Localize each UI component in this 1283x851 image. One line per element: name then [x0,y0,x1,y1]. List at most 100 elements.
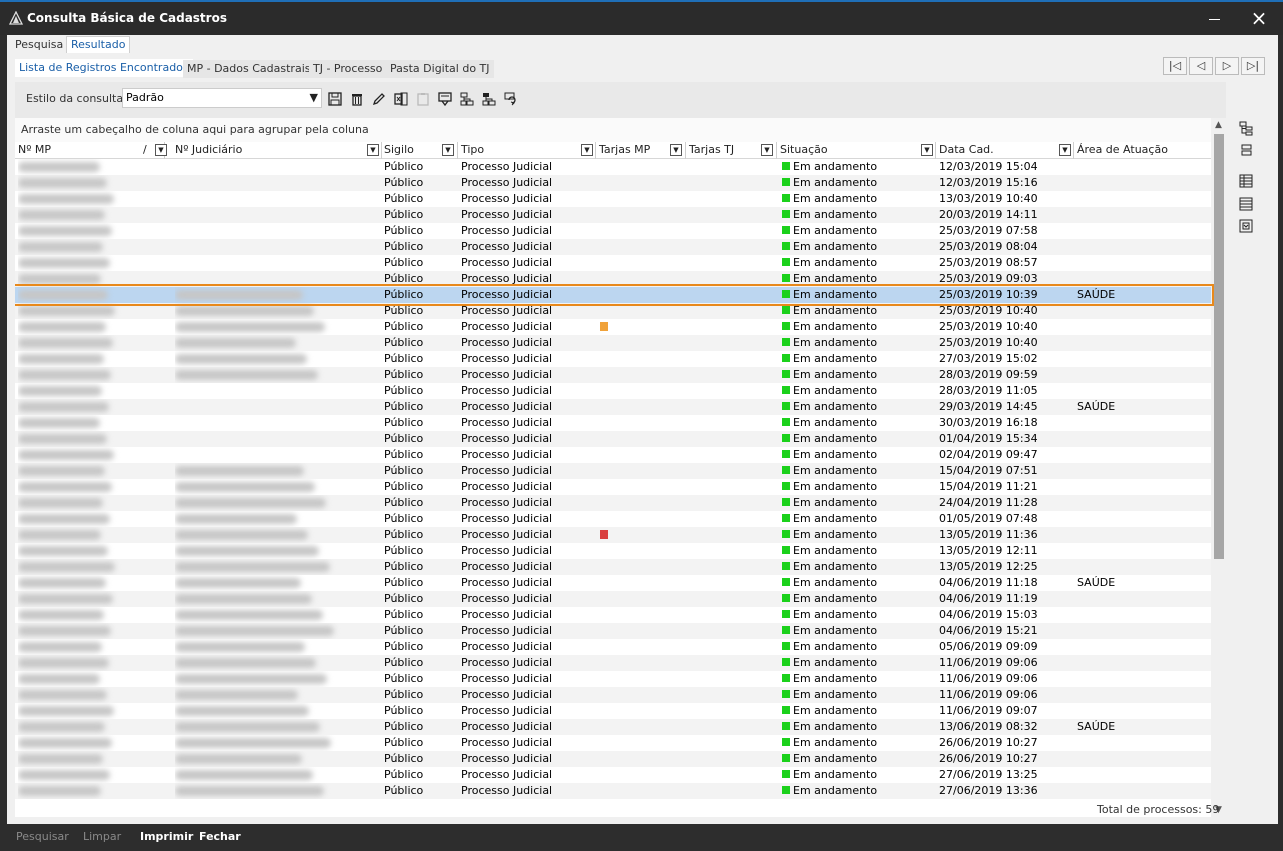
filter-dropdown-icon[interactable]: ▼ [761,144,773,156]
collapse-icon[interactable] [1238,142,1254,158]
cell-area-atuacao [1077,623,1207,639]
table-row[interactable]: Público Processo Judicial Em andamento 12/0… [15,159,1211,175]
column-header-data[interactable]: Data Cad. [936,142,1074,159]
scroll-up-icon[interactable]: ▲ [1211,118,1226,132]
table-row[interactable]: Público Processo Judicial Em andamento 28/0… [15,383,1211,399]
column-header-tipo[interactable]: Tipo [458,142,596,159]
filter-dropdown-icon[interactable]: ▼ [670,144,682,156]
cell-judiciario [175,687,355,703]
summary-icon[interactable] [1238,218,1254,234]
column-header-situacao[interactable]: Situação [777,142,936,159]
vertical-scrollbar[interactable]: ▲ ▼ [1211,118,1226,817]
filter-dropdown-icon[interactable]: ▼ [581,144,593,156]
fechar-button[interactable]: Fechar [199,830,241,843]
tab-mp-dados-cadastrais[interactable]: MP - Dados Cadastrais [183,60,315,78]
table-row[interactable]: Público Processo Judicial Em andamento 11/0… [15,703,1211,719]
table-row[interactable]: Público Processo Judicial Em andamento 13/0… [15,719,1211,735]
table-row[interactable]: Público Processo Judicial Em andamento 11/0… [15,687,1211,703]
table-row[interactable]: Público Processo Judicial Em andamento 01/0… [15,431,1211,447]
table-row[interactable]: Público Processo Judicial Em andamento 28/0… [15,367,1211,383]
table-row[interactable]: Público Processo Judicial Em andamento 11/0… [15,655,1211,671]
table-row[interactable]: Público Processo Judicial Em andamento 29/0… [15,399,1211,415]
imprimir-button[interactable]: Imprimir [140,830,193,843]
cell-situacao: Em andamento [780,399,933,415]
cell-data-cad: 01/05/2019 07:48 [939,512,1038,525]
tree-icon[interactable] [1238,120,1254,136]
refresh-icon[interactable] [503,91,519,107]
cell-data-cad: 02/04/2019 09:47 [939,448,1038,461]
limpar-button[interactable]: Limpar [83,830,121,843]
last-record-button[interactable]: ▷| [1241,57,1265,75]
table-row[interactable]: Público Processo Judicial Em andamento 12/0… [15,175,1211,191]
filter-dropdown-icon[interactable]: ▼ [367,144,379,156]
scrollbar-thumb[interactable] [1214,134,1224,559]
column-header-area[interactable]: Área de Atuação [1074,142,1211,159]
table-row[interactable]: Público Processo Judicial Em andamento 13/0… [15,527,1211,543]
table-row[interactable]: Público Processo Judicial Em andamento 25/0… [15,223,1211,239]
table-row[interactable]: Público Processo Judicial Em andamento 25/0… [15,335,1211,351]
table-row[interactable]: Público Processo Judicial Em andamento 05/0… [15,639,1211,655]
filter-dropdown-icon[interactable]: ▼ [442,144,454,156]
tab-pesquisa[interactable]: Pesquisa [11,37,67,54]
filter-dropdown-icon[interactable]: ▼ [155,144,167,156]
tab-pasta-digital-tj[interactable]: Pasta Digital do TJ [386,60,494,78]
table-row[interactable]: Público Processo Judicial Em andamento 04/0… [15,623,1211,639]
table-row[interactable]: Público Processo Judicial Em andamento 15/0… [15,463,1211,479]
cell-judiciario [175,575,355,591]
table-row[interactable]: Público Processo Judicial Em andamento 01/0… [15,511,1211,527]
tab-resultado[interactable]: Resultado [66,36,131,53]
next-record-button[interactable]: ▷ [1215,57,1239,75]
first-record-button[interactable]: |◁ [1163,57,1187,75]
list-icon[interactable] [1238,196,1254,212]
table-row-selected[interactable]: Público Processo Judicial Em andamento 25/0… [15,284,1214,306]
table-row[interactable]: Público Processo Judicial Em andamento 26/0… [15,751,1211,767]
filter-dropdown-icon[interactable]: ▼ [1059,144,1071,156]
table-row[interactable]: Público Processo Judicial Em andamento 13/0… [15,543,1211,559]
status-text: Em andamento [793,176,878,189]
save-icon[interactable] [327,91,343,107]
delete-icon[interactable] [349,91,365,107]
table-row[interactable]: Público Processo Judicial Em andamento 25/0… [15,319,1211,335]
network-icon[interactable] [459,91,475,107]
table-row[interactable]: Público Processo Judicial Em andamento 25/0… [15,303,1211,319]
table-row[interactable]: Público Processo Judicial Em andamento 25/0… [15,255,1211,271]
cell-area-atuacao [1077,495,1207,511]
export-icon[interactable] [393,91,409,107]
prev-record-button[interactable]: ◁ [1189,57,1213,75]
table-row[interactable]: Público Processo Judicial Em andamento 13/0… [15,559,1211,575]
table-row[interactable]: Público Processo Judicial Em andamento 02/0… [15,447,1211,463]
cell-tarjas-tj [689,607,775,623]
table-row[interactable]: Público Processo Judicial Em andamento 04/0… [15,575,1211,591]
table-row[interactable]: Público Processo Judicial Em andamento 25/0… [15,271,1211,287]
pesquisar-button[interactable]: Pesquisar [16,830,69,843]
table-row[interactable]: Público Processo Judicial Em andamento 04/0… [15,591,1211,607]
table-row[interactable]: Público Processo Judicial Em andamento 26/0… [15,735,1211,751]
edit-icon[interactable] [371,91,387,107]
cell-tipo: Processo Judicial [461,208,553,221]
table-row[interactable]: Público Processo Judicial Em andamento 20/0… [15,207,1211,223]
network-alt-icon[interactable] [481,91,497,107]
style-select[interactable]: Padrão ▼ [122,88,322,108]
cell-mp [18,383,123,399]
table-row[interactable]: Público Processo Judicial Em andamento 11/0… [15,671,1211,687]
column-header-mp[interactable]: Nº MP / [15,142,165,159]
group-by-bar[interactable]: Arraste um cabeçalho de coluna aqui para… [15,118,1211,142]
close-icon[interactable]: × [1249,8,1269,29]
column-header-judiciario[interactable]: Nº Judiciário [172,142,382,159]
table-row[interactable]: Público Processo Judicial Em andamento 13/0… [15,191,1211,207]
table-row[interactable]: Público Processo Judicial Em andamento 27/0… [15,783,1211,799]
tab-tj-processo[interactable]: TJ - Processo [309,60,387,78]
filter-dropdown-icon[interactable]: ▼ [921,144,933,156]
tab-lista-registros[interactable]: Lista de Registros Encontrados [15,59,193,77]
table-row[interactable]: Público Processo Judicial Em andamento 24/0… [15,495,1211,511]
table-row[interactable]: Público Processo Judicial Em andamento 15/0… [15,479,1211,495]
table-row[interactable]: Público Processo Judicial Em andamento 04/0… [15,607,1211,623]
columns-icon[interactable] [1238,173,1254,189]
table-row[interactable]: Público Processo Judicial Em andamento 27/0… [15,351,1211,367]
table-row[interactable]: Público Processo Judicial Em andamento 27/0… [15,767,1211,783]
table-row[interactable]: Público Processo Judicial Em andamento 30/0… [15,415,1211,431]
filter-icon[interactable] [437,91,453,107]
table-row[interactable]: Público Processo Judicial Em andamento 25/0… [15,239,1211,255]
cell-judiciario [175,671,355,687]
minimize-icon[interactable] [1205,9,1225,29]
